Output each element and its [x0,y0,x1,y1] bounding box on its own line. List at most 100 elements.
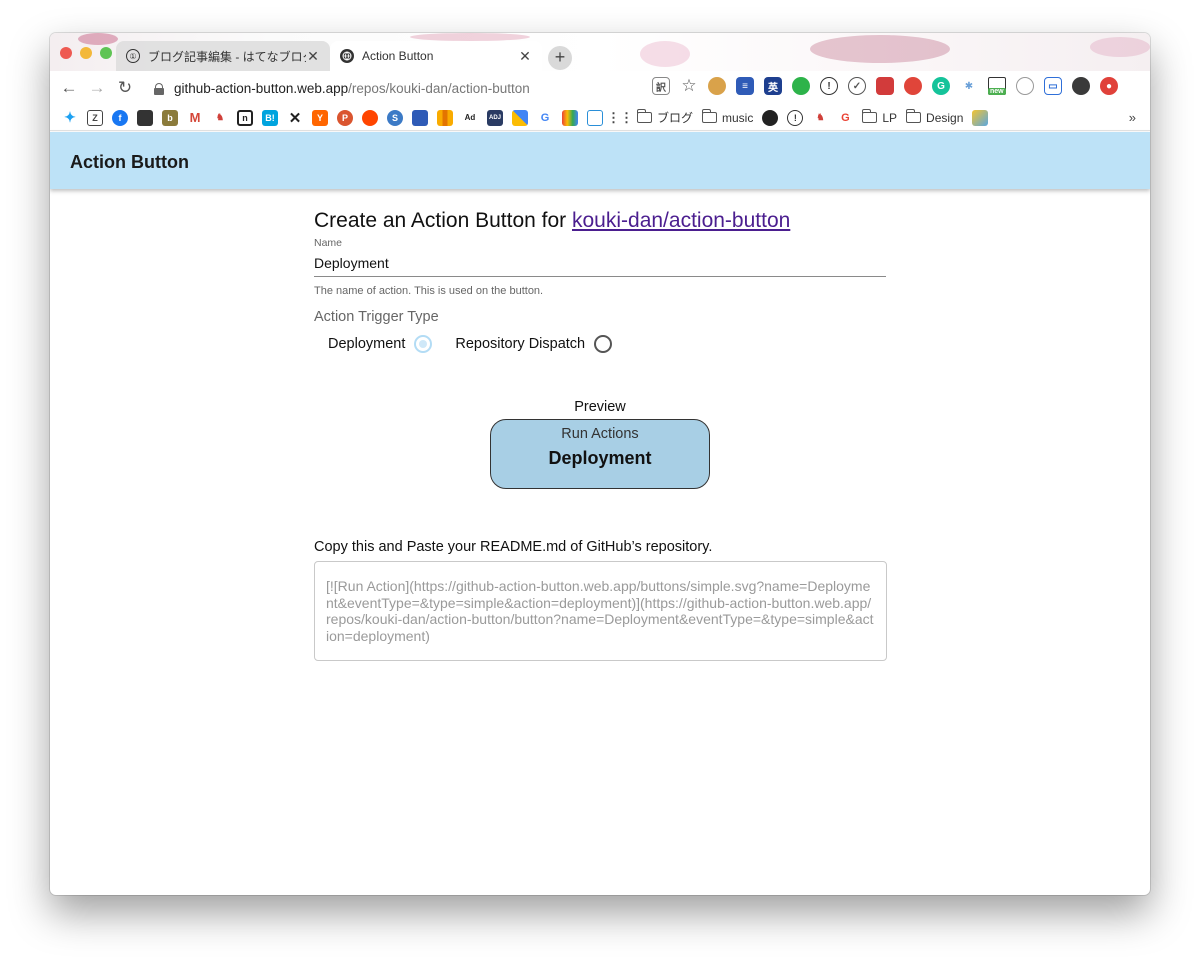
grammarly-icon[interactable]: G [932,77,950,95]
globe-icon [340,49,354,63]
dictionary-icon[interactable]: 英 [764,77,782,95]
password-manager-icon[interactable]: ! [787,109,804,126]
preview-action-button[interactable]: Run Actions Deployment [490,419,710,489]
bookmark-folder-lp[interactable]: LP [861,109,897,125]
reddit-icon[interactable] [362,109,378,126]
radio-repository-dispatch[interactable] [594,335,613,353]
star-icon[interactable]: ☆ [680,76,698,95]
google-icon[interactable]: G [837,110,853,126]
pocket-icon[interactable]: ✓ [848,77,866,95]
adage-icon[interactable]: Ad [462,110,478,126]
theme-flower-decoration [78,33,118,45]
close-window-button[interactable] [60,47,72,59]
tab-title: ブログ記事編集 - はてなブログ [148,49,306,64]
more-bookmarks-icon[interactable]: » [1129,110,1136,125]
lock-icon [154,82,164,95]
rainbow-icon[interactable] [562,109,578,126]
extension-icon[interactable] [876,77,894,95]
markdown-snippet-textarea[interactable]: [![Run Action](https://github-action-but… [314,561,887,661]
google-icon[interactable]: G [537,110,553,126]
theme-flower-decoration [410,33,530,41]
preview-label: Preview [574,399,626,415]
unicorn-icon[interactable]: ♞ [812,110,828,126]
copy-instructions: Copy this and Paste your README.md of Gi… [314,539,713,555]
tv-icon[interactable] [137,109,153,126]
folder-icon [905,109,922,123]
translate-icon[interactable]: 訳 [652,77,670,95]
reload-icon[interactable]: ↻ [114,77,136,99]
radio-label-repository-dispatch[interactable]: Repository Dispatch [455,336,585,352]
back-icon[interactable]: ← [58,77,80,99]
hatena-icon[interactable]: b [162,109,178,126]
password-manager-icon: ① [126,49,140,63]
bookmark-folder-blog[interactable]: ブログ [636,109,693,126]
theme-flower-decoration [1090,37,1150,57]
browser-toolbar: ← → ↻ github-action-button.web.app/repos… [50,71,1150,105]
stripe-icon[interactable] [972,109,989,126]
name-input[interactable]: Deployment [314,255,886,277]
new-tab-button[interactable]: + [548,46,572,70]
url-host: github-action-button.web.app [174,80,349,96]
folder-icon [636,109,652,123]
browser-window: ① ブログ記事編集 - はてなブログ ✕ Action Button ✕ + ←… [50,33,1150,895]
cookie-icon[interactable] [708,77,726,95]
twitter-icon[interactable]: ✦ [62,109,78,126]
zoom-window-button[interactable] [100,47,112,59]
url-path: /repos/kouki-dan/action-button [348,80,530,96]
close-tab-icon[interactable]: ✕ [306,48,320,65]
preview-button-name: Deployment [548,448,652,468]
record-icon[interactable]: ● [1100,77,1118,95]
radio-deployment[interactable] [414,335,433,353]
apps-icon[interactable]: ⋮⋮ [607,110,633,126]
screenshot-icon[interactable]: new [988,77,1006,95]
github-icon[interactable] [762,109,779,126]
preview-button-caption: Run Actions [561,426,639,442]
adobe-icon[interactable]: ADJ [487,109,503,126]
news-icon[interactable] [412,109,428,126]
name-field-label: Name [314,237,343,249]
password-manager-icon[interactable]: ! [820,77,838,95]
page-title: Create an Action Button for kouki-dan/ac… [314,209,791,232]
address-bar[interactable]: github-action-button.web.app/repos/kouki… [146,75,666,101]
stackshare-icon[interactable]: S [387,109,403,126]
name-helper-text: The name of action. This is used on the … [314,285,544,297]
radio-label-deployment[interactable]: Deployment [328,336,405,352]
tab-strip: ① ブログ記事編集 - はてなブログ ✕ Action Button ✕ + [50,33,1150,71]
tab-action-button[interactable]: Action Button ✕ [330,41,542,71]
facebook-icon[interactable]: f [112,109,128,126]
gmail-icon[interactable]: M [187,110,203,126]
profile-icon[interactable] [1072,77,1090,95]
photo-icon[interactable] [587,109,603,126]
ycombinator-icon[interactable]: Y [312,109,328,126]
evernote-icon[interactable] [792,77,810,95]
tab-icon[interactable]: ▭ [1044,77,1062,95]
action-button-form: Create an Action Button for kouki-dan/ac… [314,209,887,661]
bookmark-folder-music[interactable]: music [701,109,753,125]
forward-icon[interactable]: → [86,77,108,99]
new-badge: new [988,88,1006,95]
extension-bar: 訳 ☆ ≡ 英 ! ✓ G ✱ new ▭ ● [652,76,1118,95]
x-icon[interactable]: ✕ [287,110,303,127]
minimize-window-button[interactable] [80,47,92,59]
tab-hatena-blog[interactable]: ① ブログ記事編集 - はてなブログ ✕ [116,41,330,71]
theme-flower-decoration [640,41,690,67]
timer-icon[interactable] [1016,77,1034,95]
adblock-icon[interactable] [904,77,922,95]
notes-icon[interactable]: ≡ [736,77,754,95]
hatena-bookmark-icon[interactable]: B! [262,109,278,126]
zenn-icon[interactable]: Z [87,109,103,126]
repo-link[interactable]: kouki-dan/action-button [572,209,790,232]
analytics-icon[interactable] [437,109,453,126]
trigger-type-label: Action Trigger Type [314,309,439,325]
folder-icon [861,109,878,123]
unicorn-icon[interactable]: ♞ [212,110,228,126]
app-title: Action Button [70,152,189,172]
tab-title: Action Button [362,49,434,63]
producthunt-icon[interactable]: P [337,109,353,126]
note-icon[interactable]: n [237,109,253,126]
close-tab-icon[interactable]: ✕ [518,48,532,65]
bookmark-folder-design[interactable]: Design [905,109,963,125]
google-ads-icon[interactable] [512,109,528,126]
app-header: Action Button [50,132,1150,189]
twitter-icon[interactable]: ✱ [960,77,978,95]
